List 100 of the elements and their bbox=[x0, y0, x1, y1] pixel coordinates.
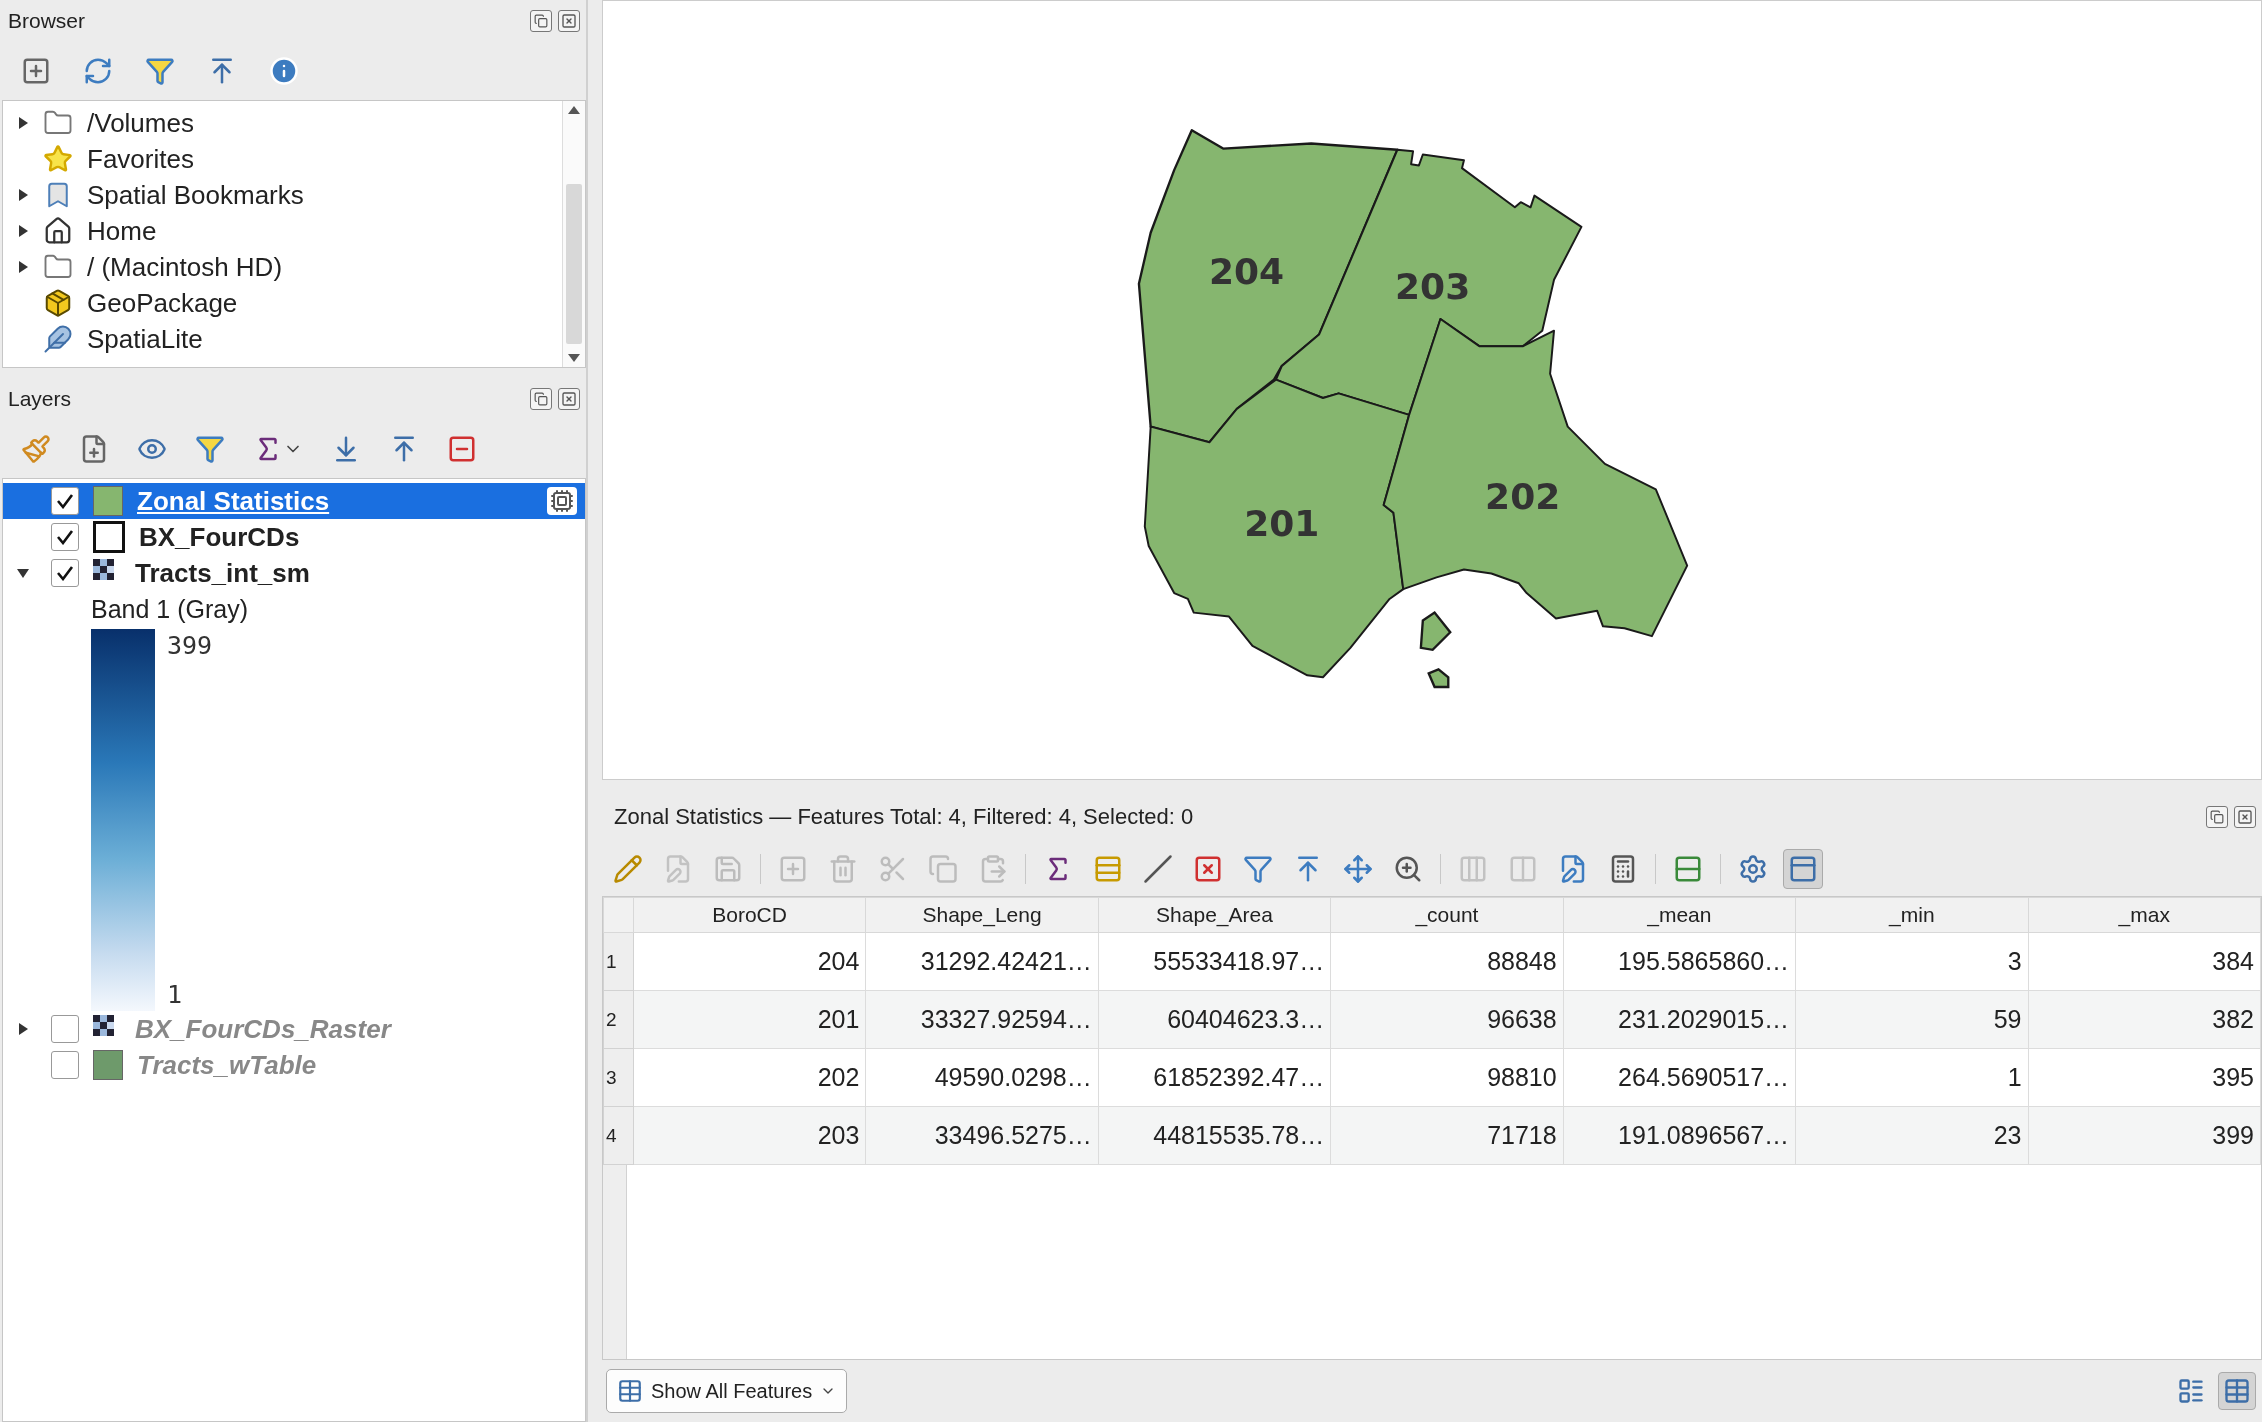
layer-name[interactable]: Tracts_wTable bbox=[137, 1049, 317, 1081]
pencil-icon bbox=[613, 854, 643, 884]
table-cell: 71718 bbox=[1330, 1106, 1564, 1165]
table-icon bbox=[2223, 1377, 2251, 1405]
tree-item[interactable]: / (Macintosh HD) bbox=[87, 251, 283, 283]
filter-icon bbox=[1243, 854, 1273, 884]
column-header[interactable]: _max bbox=[2028, 897, 2261, 933]
table-cell: 1 bbox=[1795, 1048, 2029, 1107]
region-label: 201 bbox=[1244, 503, 1320, 545]
package-icon bbox=[43, 288, 73, 318]
tree-item[interactable]: SpatiaLite bbox=[87, 323, 203, 355]
table-cell: 59 bbox=[1795, 990, 2029, 1049]
table-cell: 33327.92594… bbox=[865, 990, 1099, 1049]
dock-button[interactable] bbox=[1783, 849, 1823, 889]
layer-name[interactable]: BX_FourCDs bbox=[139, 521, 300, 553]
row-header[interactable]: 3 bbox=[603, 1048, 634, 1107]
table-cell: 55533418.97… bbox=[1098, 932, 1331, 991]
scroll-up-icon[interactable] bbox=[567, 105, 581, 115]
table-cell: 31292.42421… bbox=[865, 932, 1099, 991]
tree-item[interactable]: Spatial Bookmarks bbox=[87, 179, 304, 211]
row-header[interactable]: 4 bbox=[603, 1106, 634, 1165]
close-button[interactable] bbox=[558, 388, 580, 410]
add-row-icon bbox=[778, 854, 808, 884]
layer-name[interactable]: BX_FourCDs_Raster bbox=[135, 1013, 391, 1045]
checkbox[interactable] bbox=[51, 523, 79, 551]
float-icon bbox=[534, 14, 548, 28]
info-icon bbox=[269, 56, 299, 86]
tree-item[interactable]: Favorites bbox=[87, 143, 194, 175]
column-header[interactable]: _count bbox=[1330, 897, 1564, 933]
layer-name[interactable]: Tracts_int_sm bbox=[135, 557, 310, 589]
region-label: 202 bbox=[1485, 475, 1561, 517]
table-cell: 61852392.47… bbox=[1098, 1048, 1331, 1107]
trash-icon bbox=[828, 854, 858, 884]
table-cell: 201 bbox=[633, 990, 866, 1049]
scrollbar[interactable] bbox=[562, 101, 585, 367]
filter-icon bbox=[195, 434, 225, 464]
scroll-down-icon[interactable] bbox=[567, 353, 581, 363]
table-cell: 33496.5275… bbox=[865, 1106, 1099, 1165]
pan-icon bbox=[1343, 854, 1373, 884]
close-button[interactable] bbox=[2234, 806, 2256, 828]
legend-label: Band 1 (Gray) bbox=[91, 593, 249, 625]
tree-item[interactable]: /Volumes bbox=[87, 107, 194, 139]
float-icon bbox=[534, 392, 548, 406]
refresh-icon bbox=[83, 56, 113, 86]
table-cell: 88848 bbox=[1330, 932, 1564, 991]
table-cell: 98810 bbox=[1330, 1048, 1564, 1107]
ramp-min-label: 1 bbox=[167, 980, 184, 1009]
form-icon bbox=[2177, 1377, 2205, 1405]
column-header[interactable]: Shape_Leng bbox=[865, 897, 1099, 933]
column-header[interactable]: _min bbox=[1795, 897, 2029, 933]
save-icon bbox=[713, 854, 743, 884]
dock-icon bbox=[1788, 854, 1818, 884]
close-icon bbox=[2237, 809, 2253, 825]
column-header[interactable]: Shape_Area bbox=[1098, 897, 1331, 933]
region-label: 203 bbox=[1395, 266, 1471, 308]
zoom-icon bbox=[1393, 854, 1423, 884]
column-header[interactable]: BoroCD bbox=[633, 897, 866, 933]
expand-arrow-icon[interactable] bbox=[16, 224, 30, 238]
expand-arrow-icon[interactable] bbox=[16, 260, 30, 274]
table-icon bbox=[617, 1378, 643, 1404]
expand-arrow-icon[interactable] bbox=[16, 116, 30, 130]
close-icon bbox=[561, 13, 577, 29]
row-header[interactable]: 2 bbox=[603, 990, 634, 1049]
checkbox[interactable] bbox=[51, 487, 79, 515]
row-header[interactable]: 1 bbox=[603, 932, 634, 991]
close-button[interactable] bbox=[558, 10, 580, 32]
show-features-dropdown[interactable]: Show All Features bbox=[606, 1369, 848, 1413]
table-cell: 44815535.78… bbox=[1098, 1106, 1331, 1165]
table-cell: 399 bbox=[2028, 1106, 2261, 1165]
table-title: Zonal Statistics — Features Total: 4, Filtered: 4, Selected: 0 bbox=[614, 804, 1194, 830]
table-cell: 382 bbox=[2028, 990, 2261, 1049]
column-header[interactable]: _mean bbox=[1563, 897, 1796, 933]
tree-item[interactable]: Home bbox=[87, 215, 157, 247]
copy-icon bbox=[928, 854, 958, 884]
checkbox[interactable] bbox=[51, 559, 79, 587]
add-icon bbox=[21, 56, 51, 86]
table-cell: 384 bbox=[2028, 932, 2261, 991]
float-button[interactable] bbox=[530, 388, 552, 410]
table-cell: 264.5690517… bbox=[1563, 1048, 1796, 1107]
feather-icon bbox=[43, 324, 73, 354]
star-icon bbox=[43, 144, 73, 174]
table-cell: 60404623.3… bbox=[1098, 990, 1331, 1049]
checkbox[interactable] bbox=[51, 1051, 79, 1079]
expand-arrow-icon[interactable] bbox=[16, 188, 30, 202]
selected-layer-row[interactable]: Zonal Statistics bbox=[3, 483, 585, 519]
table-cell: 49590.0298… bbox=[865, 1048, 1099, 1107]
table-view-button[interactable] bbox=[2218, 1372, 2256, 1410]
actions-icon bbox=[1738, 854, 1768, 884]
temporary-layer-button[interactable] bbox=[547, 487, 577, 515]
tree-item[interactable]: GeoPackage bbox=[87, 287, 238, 319]
chip-icon bbox=[550, 489, 574, 513]
layer-name[interactable]: Zonal Statistics bbox=[137, 485, 330, 517]
table-cell: 395 bbox=[2028, 1048, 2261, 1107]
float-button[interactable] bbox=[530, 10, 552, 32]
expand-arrow-icon[interactable] bbox=[16, 1022, 30, 1036]
float-button[interactable] bbox=[2206, 806, 2228, 828]
collapse-arrow-icon[interactable] bbox=[16, 566, 30, 580]
outline-symbol bbox=[93, 521, 125, 553]
table-cell: 191.0896567… bbox=[1563, 1106, 1796, 1165]
checkbox[interactable] bbox=[51, 1015, 79, 1043]
